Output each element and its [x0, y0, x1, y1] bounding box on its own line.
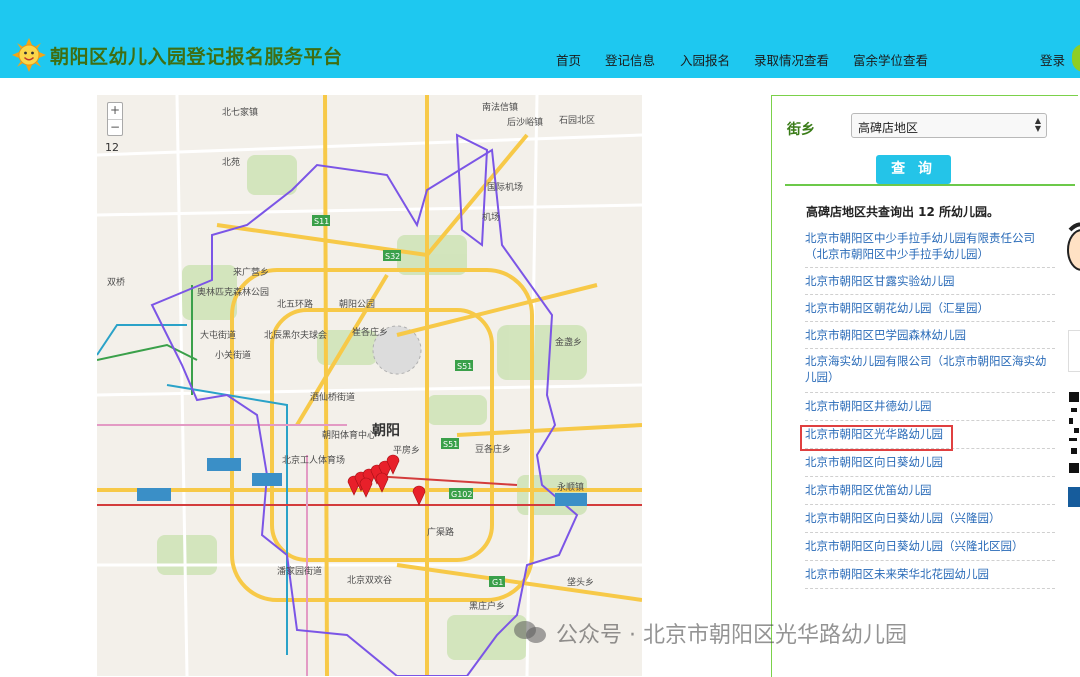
svg-text:小关街道: 小关街道: [215, 349, 251, 361]
kindergarten-link[interactable]: 北京市朝阳区向日葵幼儿园（兴隆园）: [805, 505, 1055, 533]
login-link[interactable]: 登录: [1040, 50, 1065, 69]
svg-text:机场: 机场: [482, 211, 500, 223]
zoom-out-button[interactable]: −: [108, 119, 122, 135]
svg-text:G1: G1: [492, 578, 503, 587]
svg-text:S32: S32: [385, 252, 400, 261]
select-arrows-icon: ▲ ▼: [1034, 116, 1041, 133]
svg-text:后沙峪镇: 后沙峪镇: [507, 116, 543, 128]
svg-text:来广营乡: 来广营乡: [233, 266, 269, 278]
kindergarten-list: 北京市朝阳区中少手拉手幼儿园有限责任公司（北京市朝阳区中少手拉手幼儿园） 北京市…: [805, 230, 1055, 589]
panel-divider: [785, 184, 1075, 186]
promo-tag: [1068, 330, 1080, 372]
street-select-value: 高碑店地区: [858, 121, 919, 135]
kindergarten-link[interactable]: 北京市朝阳区未来荣华北花园幼儿园: [805, 561, 1055, 589]
nav-enrollment[interactable]: 入园报名: [680, 50, 730, 69]
map-canvas: S11 S32 S51 S51 G102 G1 北七家镇 南法信镇 后沙峪镇 石园北…: [97, 95, 642, 676]
svg-text:垡头乡: 垡头乡: [567, 576, 594, 588]
svg-text:双桥: 双桥: [107, 276, 125, 288]
svg-text:南法信镇: 南法信镇: [482, 101, 518, 113]
sun-logo-icon: [12, 38, 46, 72]
svg-text:国际机场: 国际机场: [487, 181, 523, 193]
map-zoom-control: + −: [107, 102, 123, 136]
svg-text:石园北区: 石园北区: [559, 115, 595, 126]
result-summary: 高碑店地区共查询出 12 所幼儿园。: [806, 205, 1000, 219]
watermark-text: 公众号 · 北京市朝阳区光华路幼儿园: [556, 623, 907, 648]
svg-text:北七家镇: 北七家镇: [222, 106, 258, 118]
kindergarten-link[interactable]: 北京海实幼儿园有限公司（北京市朝阳区海实幼儿园）: [805, 349, 1055, 393]
kindergarten-link[interactable]: 北京市朝阳区井德幼儿园: [805, 393, 1055, 421]
svg-text:朝阳公园: 朝阳公园: [339, 299, 375, 310]
zoom-in-button[interactable]: +: [108, 103, 122, 118]
svg-text:崔各庄乡: 崔各庄乡: [352, 326, 388, 338]
svg-text:广渠路: 广渠路: [427, 526, 454, 538]
svg-text:潘家园街道: 潘家园街道: [277, 565, 322, 577]
district-label: 朝阳: [372, 422, 400, 439]
nav-home[interactable]: 首页: [556, 50, 581, 69]
svg-text:奥林匹克森林公园: 奥林匹克森林公园: [197, 286, 269, 298]
kindergarten-link[interactable]: 北京市朝阳区向日葵幼儿园（兴隆北区园）: [805, 533, 1055, 561]
query-button[interactable]: 查 询: [876, 155, 951, 184]
svg-text:S51: S51: [457, 362, 472, 371]
svg-text:平房乡: 平房乡: [393, 444, 420, 456]
svg-text:S11: S11: [314, 217, 329, 226]
zoom-level-text: 12: [105, 141, 119, 154]
svg-text:大屯街道: 大屯街道: [200, 329, 236, 341]
svg-text:金盏乡: 金盏乡: [555, 336, 582, 348]
kindergarten-link[interactable]: 北京市朝阳区中少手拉手幼儿园有限责任公司（北京市朝阳区中少手拉手幼儿园）: [805, 230, 1055, 268]
highlight-box: [800, 425, 953, 451]
nav-registration-info[interactable]: 登记信息: [605, 50, 655, 69]
svg-text:北京双欢谷: 北京双欢谷: [347, 574, 392, 586]
kindergarten-link[interactable]: 北京市朝阳区甘露实验幼儿园: [805, 268, 1055, 295]
street-label: 街乡: [787, 122, 815, 138]
svg-text:G102: G102: [451, 490, 472, 499]
nav-admission-status[interactable]: 录取情况查看: [754, 50, 829, 69]
nav-vacancy[interactable]: 富余学位查看: [853, 50, 928, 69]
svg-text:北苑: 北苑: [222, 156, 240, 168]
side-banner: [1068, 487, 1080, 507]
site-title: 朝阳区幼儿入园登记报名服务平台: [50, 46, 343, 68]
svg-text:北五环路: 北五环路: [277, 298, 313, 310]
svg-text:黑庄户乡: 黑庄户乡: [469, 600, 505, 612]
svg-text:北辰黑尔夫球会: 北辰黑尔夫球会: [264, 329, 327, 341]
svg-text:豆各庄乡: 豆各庄乡: [475, 443, 511, 455]
wechat-icon: [514, 621, 546, 643]
svg-text:S51: S51: [443, 440, 458, 449]
cartoon-figure-icon: [1067, 222, 1080, 271]
svg-text:北京工人体育场: 北京工人体育场: [282, 454, 345, 466]
svg-text:酒仙桥街道: 酒仙桥街道: [310, 391, 355, 403]
kindergarten-link[interactable]: 北京市朝阳区优笛幼儿园: [805, 477, 1055, 505]
kindergarten-link[interactable]: 北京市朝阳区巴学园森林幼儿园: [805, 322, 1055, 349]
street-select[interactable]: 高碑店地区 ▲ ▼: [851, 113, 1047, 138]
svg-text:朝阳体育中心: 朝阳体育中心: [322, 429, 376, 441]
svg-text:永顺镇: 永顺镇: [557, 481, 584, 493]
qr-code-icon: [1068, 388, 1080, 483]
map-view[interactable]: S11 S32 S51 S51 G102 G1 北七家镇 南法信镇 后沙峪镇 石园北…: [97, 95, 642, 676]
kindergarten-link[interactable]: 北京市朝阳区朝花幼儿园（汇星园）: [805, 295, 1055, 322]
kindergarten-link[interactable]: 北京市朝阳区向日葵幼儿园: [805, 449, 1055, 477]
